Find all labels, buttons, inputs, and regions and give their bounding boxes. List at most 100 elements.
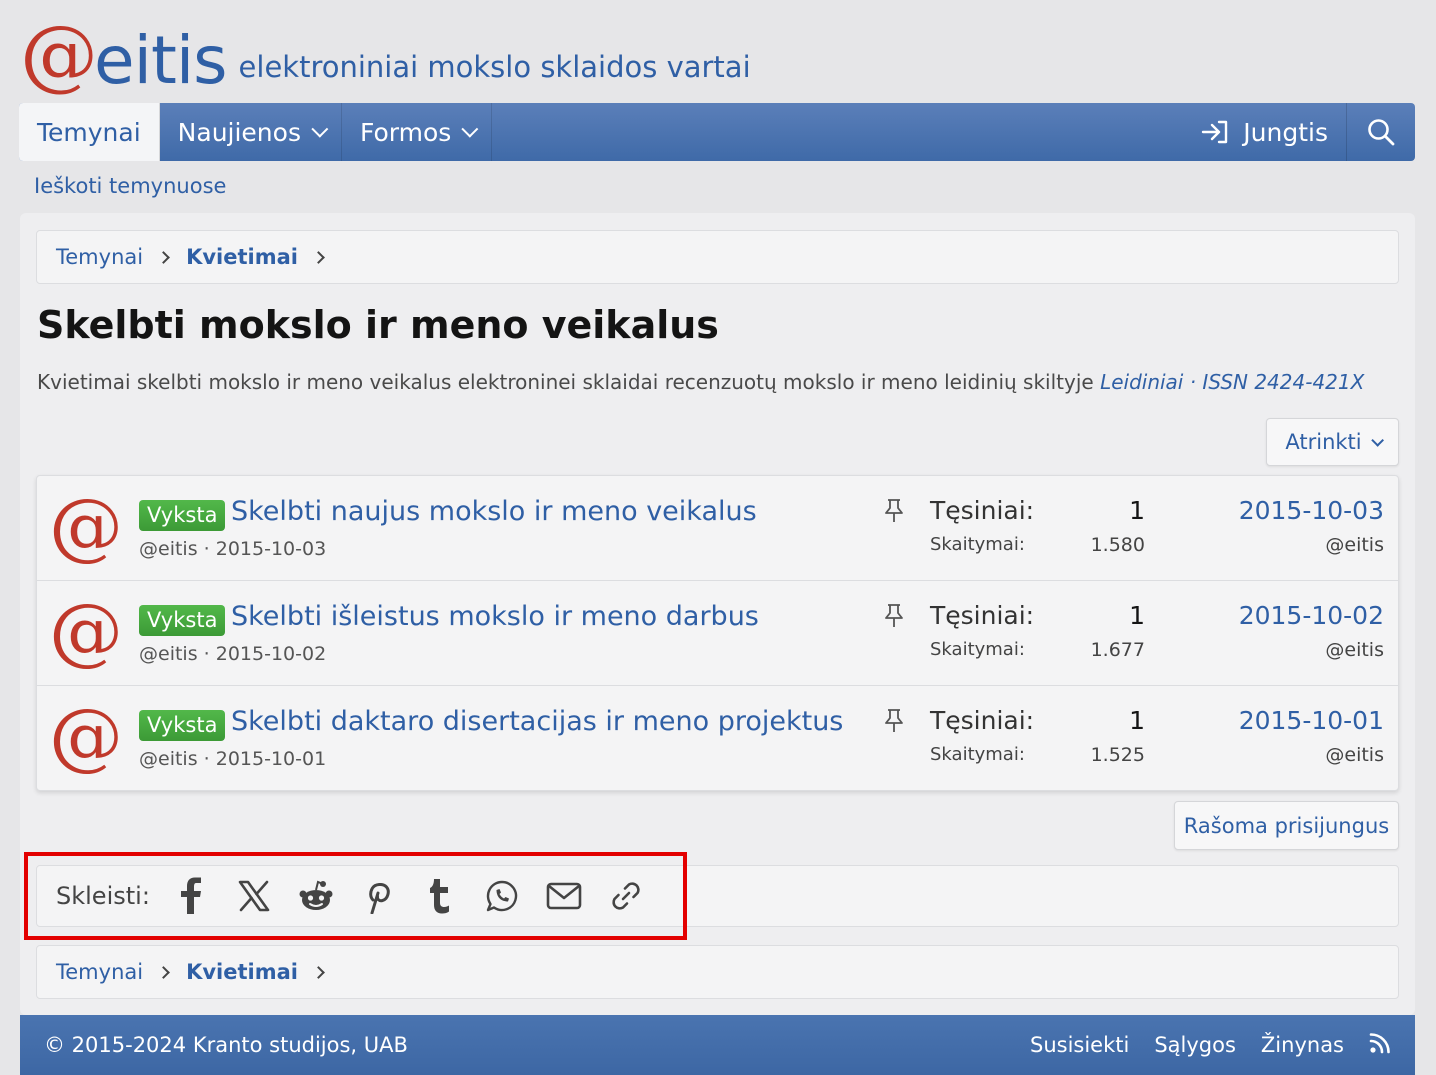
- nav-tab-label: Naujienos: [177, 117, 301, 147]
- email-icon[interactable]: [544, 876, 584, 916]
- thread-author[interactable]: @eitis: [139, 643, 198, 665]
- footer-link-salygos[interactable]: Sąlygos: [1154, 1033, 1236, 1057]
- share-bar: Skleisti:: [36, 865, 1399, 927]
- thread-row: @ Vyksta Skelbti naujus mokslo ir meno v…: [37, 476, 1398, 581]
- link-icon[interactable]: [606, 876, 646, 916]
- chevron-right-icon: [157, 965, 170, 979]
- replies-count: 1: [1129, 706, 1145, 735]
- views-label: Skaitymai:: [930, 534, 1025, 555]
- views-label: Skaitymai:: [930, 744, 1025, 765]
- nav-tab-label: Formos: [359, 117, 452, 147]
- description-link[interactable]: Leidiniai · ISSN 2424-421X: [1100, 370, 1364, 394]
- footer-links: Susisiekti Sąlygos Žinynas: [1005, 1032, 1391, 1059]
- status-badge: Vyksta: [139, 500, 226, 531]
- replies-label: Tęsiniai:: [930, 706, 1035, 735]
- thread-meta: @eitis · 2015-10-01: [139, 748, 327, 770]
- logo-at: @: [20, 10, 98, 100]
- main-content: Temynai Kvietimai Skelbti mokslo ir meno…: [20, 213, 1415, 1015]
- thread-row: @ Vyksta Skelbti daktaro disertacijas ir…: [37, 686, 1398, 791]
- chevron-right-icon: [312, 965, 325, 979]
- thread-date[interactable]: 2015-10-01: [216, 748, 326, 770]
- replies-count: 1: [1129, 601, 1145, 630]
- breadcrumb: Temynai Kvietimai: [36, 230, 1399, 284]
- footer-copyright: © 2015-2024 Kranto studijos, UAB: [44, 1033, 408, 1057]
- pin-icon: [885, 709, 903, 732]
- login-button[interactable]: Jungtis: [1183, 103, 1347, 161]
- breadcrumb-bottom: Temynai Kvietimai: [36, 945, 1399, 999]
- thread-meta: @eitis · 2015-10-03: [139, 538, 327, 560]
- nav-tab-formos[interactable]: Formos: [342, 103, 493, 161]
- filter-button[interactable]: Atrinkti: [1266, 418, 1399, 466]
- last-post-date[interactable]: 2015-10-03: [1239, 496, 1384, 525]
- views-count: 1.677: [1090, 639, 1145, 661]
- status-badge: Vyksta: [139, 605, 226, 636]
- chevron-right-icon: [312, 250, 325, 264]
- chevron-right-icon: [157, 250, 170, 264]
- breadcrumb-temynai[interactable]: Temynai: [56, 245, 143, 269]
- thread-author[interactable]: @eitis: [139, 748, 198, 770]
- last-post-user[interactable]: @eitis: [1325, 534, 1384, 556]
- description-text: Kvietimai skelbti mokslo ir meno veikalu…: [37, 370, 1101, 394]
- avatar[interactable]: @: [49, 593, 123, 669]
- nav-tab-temynai[interactable]: Temynai: [19, 103, 160, 161]
- last-post-user[interactable]: @eitis: [1325, 639, 1384, 661]
- last-post-date[interactable]: 2015-10-01: [1239, 706, 1384, 735]
- logo-tagline: elektroniniai mokslo sklaidos vartai: [238, 50, 751, 84]
- chevron-down-icon: [461, 120, 479, 138]
- thread-title[interactable]: Skelbti išleistus mokslo ir meno darbus: [231, 601, 759, 632]
- last-post-user[interactable]: @eitis: [1325, 744, 1384, 766]
- nav-tab-label: Temynai: [37, 117, 141, 147]
- post-thread-button[interactable]: Rašoma prisijungus: [1174, 801, 1399, 850]
- replies-count: 1: [1129, 496, 1145, 525]
- filter-label: Atrinkti: [1285, 430, 1362, 454]
- thread-row: @ Vyksta Skelbti išleistus mokslo ir men…: [37, 581, 1398, 686]
- rss-icon[interactable]: [1369, 1032, 1391, 1059]
- replies-label: Tęsiniai:: [930, 601, 1035, 630]
- chevron-down-icon: [311, 120, 329, 138]
- footer-link-susisiekti[interactable]: Susisiekti: [1030, 1033, 1129, 1057]
- reddit-icon[interactable]: [296, 876, 336, 916]
- main-navbar: Temynai Naujienos Formos Jungtis: [19, 103, 1415, 161]
- breadcrumb-kvietimai[interactable]: Kvietimai: [186, 960, 298, 984]
- search-icon: [1368, 119, 1395, 146]
- thread-date[interactable]: 2015-10-03: [216, 538, 326, 560]
- breadcrumb-temynai[interactable]: Temynai: [56, 960, 143, 984]
- page-title: Skelbti mokslo ir meno veikalus: [37, 303, 719, 347]
- thread-author[interactable]: @eitis: [139, 538, 198, 560]
- x-icon[interactable]: [234, 876, 274, 916]
- thread-list: @ Vyksta Skelbti naujus mokslo ir meno v…: [36, 475, 1399, 791]
- thread-meta: @eitis · 2015-10-02: [139, 643, 327, 665]
- tumblr-icon[interactable]: [420, 876, 460, 916]
- pinterest-icon[interactable]: [358, 876, 398, 916]
- thread-title[interactable]: Skelbti daktaro disertacijas ir meno pro…: [231, 706, 843, 737]
- status-badge: Vyksta: [139, 710, 226, 741]
- facebook-icon[interactable]: [172, 876, 212, 916]
- whatsapp-icon[interactable]: [482, 876, 522, 916]
- replies-label: Tęsiniai:: [930, 496, 1035, 525]
- post-thread-label: Rašoma prisijungus: [1183, 813, 1390, 838]
- footer: © 2015-2024 Kranto studijos, UAB Susisie…: [20, 1015, 1415, 1075]
- views-count: 1.525: [1090, 744, 1145, 766]
- avatar[interactable]: @: [49, 698, 123, 774]
- footer-link-zinynas[interactable]: Žinynas: [1261, 1033, 1344, 1057]
- search-forums-link[interactable]: Ieškoti temynuose: [34, 174, 226, 198]
- chevron-down-icon: [1370, 433, 1384, 447]
- search-button[interactable]: [1347, 103, 1415, 161]
- pin-icon: [885, 604, 903, 627]
- last-post-date[interactable]: 2015-10-02: [1239, 601, 1384, 630]
- page-description: Kvietimai skelbti mokslo ir meno veikalu…: [37, 370, 1364, 394]
- breadcrumb-kvietimai[interactable]: Kvietimai: [186, 245, 298, 269]
- thread-title[interactable]: Skelbti naujus mokslo ir meno veikalus: [231, 496, 757, 527]
- views-label: Skaitymai:: [930, 639, 1025, 660]
- views-count: 1.580: [1090, 534, 1145, 556]
- site-logo[interactable]: @ eitis elektroniniai mokslo sklaidos va…: [20, 14, 751, 94]
- login-icon: [1202, 120, 1228, 144]
- avatar[interactable]: @: [49, 488, 123, 564]
- nav-tab-naujienos[interactable]: Naujienos: [160, 103, 342, 161]
- share-label: Skleisti:: [56, 882, 150, 910]
- logo-word: eitis: [94, 22, 228, 99]
- login-label: Jungtis: [1243, 117, 1328, 147]
- pin-icon: [885, 499, 903, 522]
- thread-date[interactable]: 2015-10-02: [216, 643, 326, 665]
